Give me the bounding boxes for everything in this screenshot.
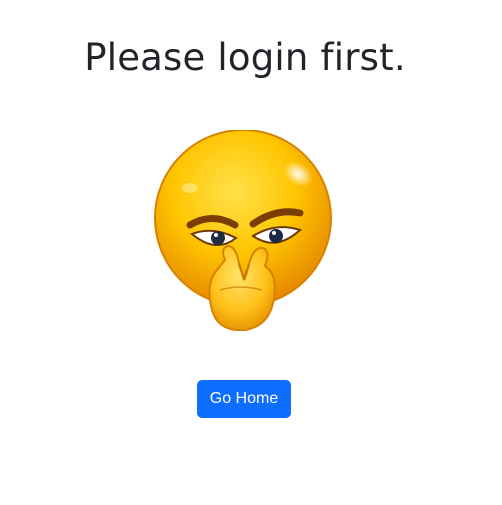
suspicious-emoji-icon: [150, 129, 340, 345]
login-required-page: Please login first. Go Home: [0, 0, 502, 505]
go-home-button[interactable]: Go Home: [197, 380, 291, 418]
page-title: Please login first.: [84, 36, 406, 79]
